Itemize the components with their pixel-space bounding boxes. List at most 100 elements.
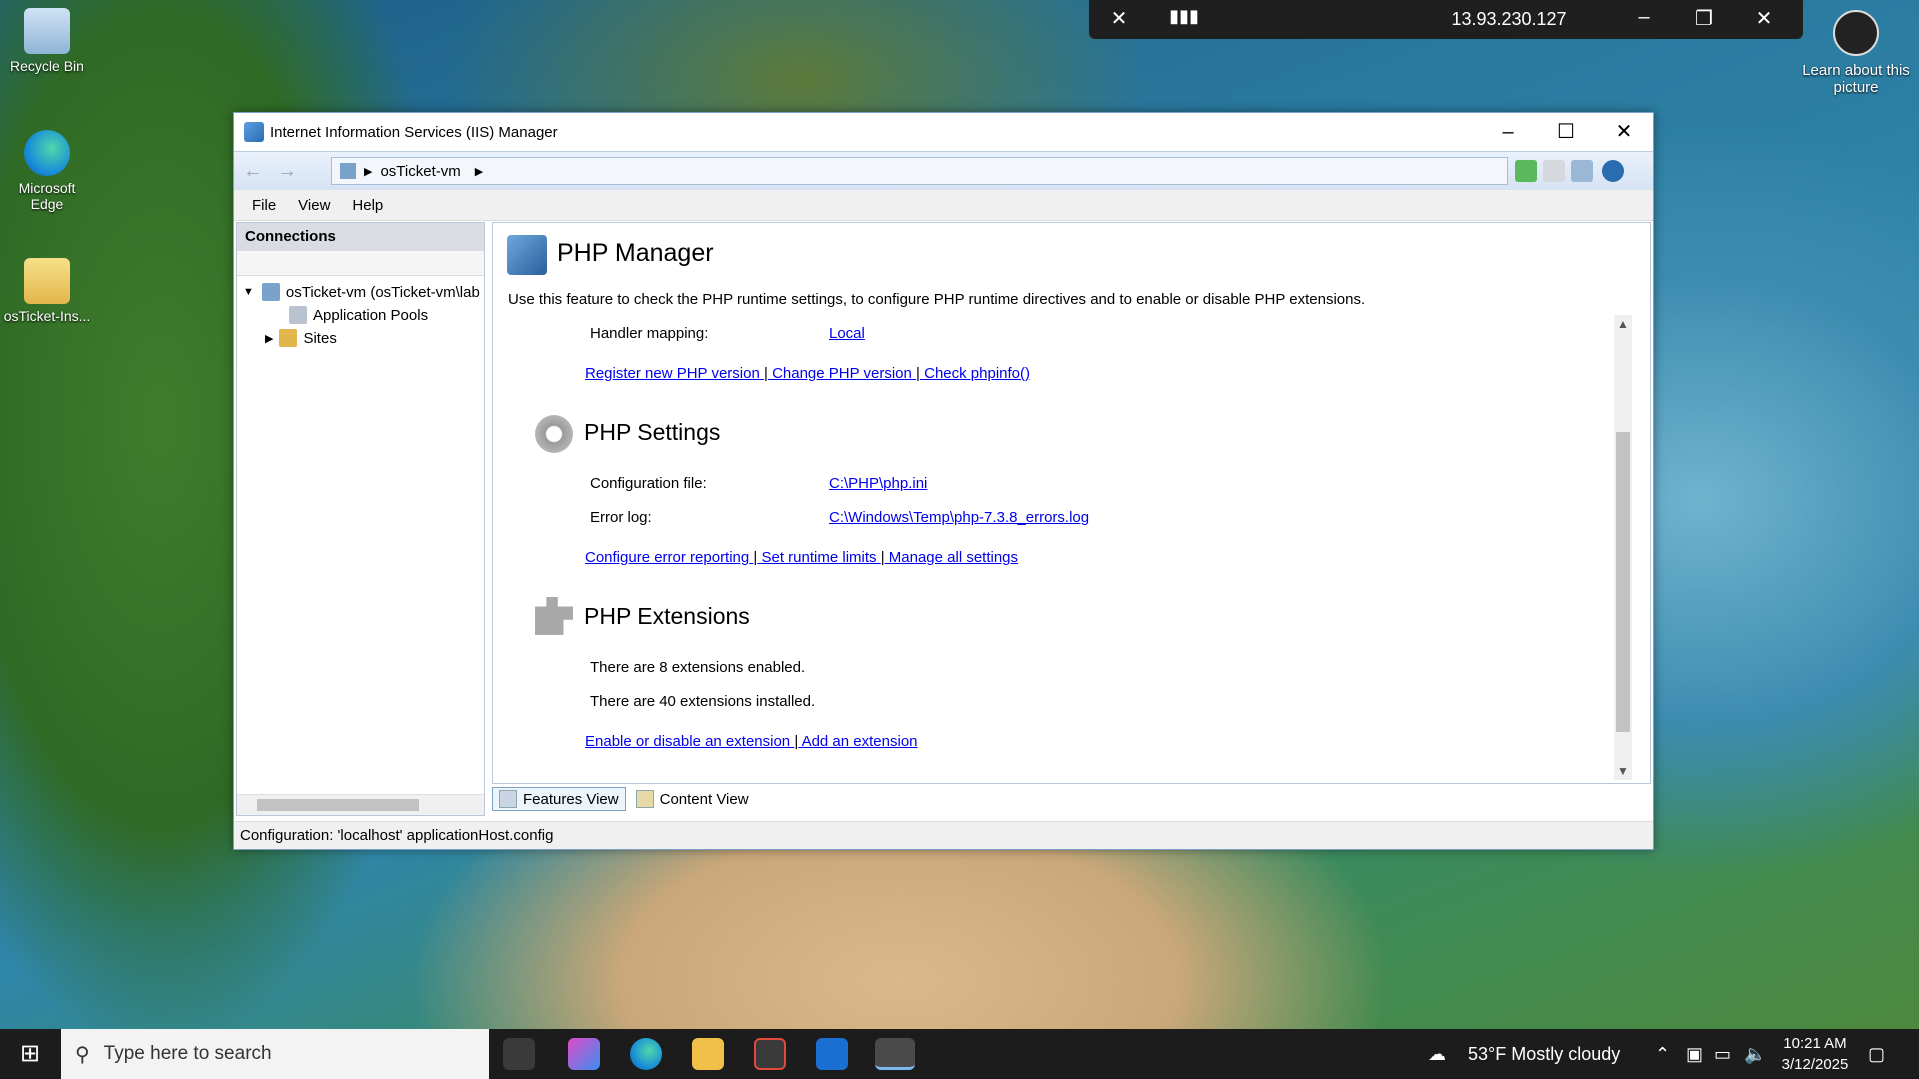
register-php-link[interactable]: Register new PHP version xyxy=(585,365,760,382)
scroll-thumb[interactable] xyxy=(1616,432,1630,732)
restore-icon[interactable]: ❐ xyxy=(1689,6,1719,31)
menu-view[interactable]: View xyxy=(298,197,330,214)
setup-links: Register new PHP version | Change PHP ve… xyxy=(585,365,1030,382)
tab-features-view[interactable]: Features View xyxy=(492,787,626,811)
vertical-scrollbar[interactable]: ▲ ▼ xyxy=(1614,315,1632,780)
address-segment[interactable]: osTicket-vm xyxy=(380,163,460,180)
windows-start-icon[interactable]: ⊞ xyxy=(0,1029,60,1079)
search-placeholder: Type here to search xyxy=(103,1043,272,1064)
add-extension-link[interactable]: Add an extension xyxy=(802,733,918,750)
clock[interactable]: 10:21 AM 3/12/2025 xyxy=(1770,1033,1860,1075)
app-pools-icon xyxy=(289,306,307,324)
menu-file[interactable]: File xyxy=(252,197,276,214)
forward-icon[interactable]: → xyxy=(274,159,300,183)
copilot-icon[interactable] xyxy=(568,1038,600,1070)
taskbar: ⊞ ⚲ Type here to search ☁ 53°F Mostly cl… xyxy=(0,1029,1919,1079)
puzzle-piece-icon xyxy=(535,597,573,635)
extensions-links: Enable or disable an extension | Add an … xyxy=(585,733,918,750)
camera-icon xyxy=(1833,10,1879,56)
task-view-icon[interactable] xyxy=(503,1038,535,1070)
weather-icon[interactable]: ☁ xyxy=(1428,1029,1446,1079)
title-bar: Internet Information Services (IIS) Mana… xyxy=(234,113,1653,151)
set-runtime-limits-link[interactable]: Set runtime limits xyxy=(762,549,877,566)
error-log-label: Error log: xyxy=(590,509,652,526)
time: 10:21 AM xyxy=(1783,1035,1847,1052)
scroll-thumb[interactable] xyxy=(257,799,419,811)
config-file-link[interactable]: C:\PHP\php.ini xyxy=(829,475,927,492)
desktop-icon-label: Microsoft Edge xyxy=(18,180,76,212)
extensions-installed-text: There are 40 extensions installed. xyxy=(590,693,816,710)
edge-icon[interactable] xyxy=(630,1038,662,1070)
date: 3/12/2025 xyxy=(1781,1056,1849,1073)
recycle-bin-icon xyxy=(24,8,70,54)
minimize-button[interactable]: – xyxy=(1479,113,1537,151)
tree-item-app-pools[interactable]: Application Pools xyxy=(289,306,428,324)
volume-icon[interactable]: 🔈 xyxy=(1744,1029,1766,1079)
iis-manager-taskbar-icon[interactable] xyxy=(875,1038,915,1070)
content-view-icon xyxy=(635,790,654,808)
php-manager-icon xyxy=(507,235,547,275)
status-bar: Configuration: 'localhost' applicationHo… xyxy=(234,821,1653,849)
address-toolbar: ← → ▶ osTicket-vm ▶ xyxy=(234,151,1653,191)
php-settings-title: PHP Settings xyxy=(584,419,721,445)
address-bar[interactable]: ▶ osTicket-vm ▶ xyxy=(331,157,1508,185)
stop-icon[interactable] xyxy=(1543,160,1565,182)
tree-label: Sites xyxy=(303,329,337,347)
signal-icon[interactable]: ▮▮▮ xyxy=(1169,6,1199,27)
show-hidden-icons[interactable]: ⌃ xyxy=(1655,1029,1670,1079)
help-icon[interactable] xyxy=(1602,160,1624,182)
notification-icon[interactable]: ▢ xyxy=(1868,1029,1885,1079)
desktop-icon-edge[interactable]: Microsoft Edge xyxy=(2,130,92,212)
chevron-right-icon[interactable]: ▶ xyxy=(475,165,483,178)
maximize-button[interactable]: ☐ xyxy=(1537,113,1595,151)
error-log-link[interactable]: C:\Windows\Temp\php-7.3.8_errors.log xyxy=(829,509,1089,526)
weather-text[interactable]: 53°F Mostly cloudy xyxy=(1468,1029,1620,1079)
content-scroll-area: Handler mapping: Local Register new PHP … xyxy=(493,315,1650,783)
network-icon[interactable]: ▭ xyxy=(1714,1029,1731,1079)
close-button[interactable]: ✕ xyxy=(1595,113,1653,151)
horizontal-scrollbar[interactable] xyxy=(237,794,484,815)
handler-mapping-link[interactable]: Local xyxy=(829,325,865,342)
tree-item-sites[interactable]: ▶ Sites xyxy=(265,329,337,347)
scroll-down-icon[interactable]: ▼ xyxy=(1614,764,1632,778)
minimize-icon[interactable]: – xyxy=(1629,6,1659,29)
unpin-icon[interactable]: ✕ xyxy=(1104,6,1134,31)
manage-all-settings-link[interactable]: Manage all settings xyxy=(889,549,1018,566)
tab-label: Features View xyxy=(523,790,619,808)
learn-about-picture[interactable]: Learn about this picture xyxy=(1800,10,1912,96)
rdp-host-ip: 13.93.230.127 xyxy=(1451,9,1567,29)
enable-disable-extension-link[interactable]: Enable or disable an extension xyxy=(585,733,790,750)
back-icon[interactable]: ← xyxy=(240,159,266,183)
search-icon: ⚲ xyxy=(75,1043,90,1066)
server-icon xyxy=(340,163,356,179)
gear-icon xyxy=(535,415,573,453)
tree-label: Application Pools xyxy=(313,306,429,324)
separator: | xyxy=(880,549,885,566)
chevron-right-icon[interactable]: ▶ xyxy=(265,332,273,345)
desktop-icon-recycle-bin[interactable]: Recycle Bin xyxy=(2,8,92,74)
scroll-up-icon[interactable]: ▲ xyxy=(1614,317,1632,331)
menu-help[interactable]: Help xyxy=(352,197,383,214)
outlook-icon[interactable] xyxy=(816,1038,848,1070)
learn-label: Learn about this picture xyxy=(1802,62,1910,96)
separator: | xyxy=(753,549,758,566)
configure-error-reporting-link[interactable]: Configure error reporting xyxy=(585,549,749,566)
page-description: Use this feature to check the PHP runtim… xyxy=(508,291,1366,308)
close-icon[interactable]: ✕ xyxy=(1749,6,1779,31)
search-box[interactable]: ⚲ Type here to search xyxy=(61,1029,489,1079)
file-explorer-icon[interactable] xyxy=(692,1038,724,1070)
check-phpinfo-link[interactable]: Check phpinfo() xyxy=(924,365,1030,382)
chevron-down-icon[interactable]: ▼ xyxy=(243,286,254,298)
tab-content-view[interactable]: Content View xyxy=(630,788,755,810)
meet-now-icon[interactable]: ▣ xyxy=(1686,1029,1703,1079)
store-icon[interactable] xyxy=(754,1038,786,1070)
menu-bar: File View Help xyxy=(234,190,1653,221)
desktop-icon-osticket[interactable]: osTicket-Ins... xyxy=(2,258,92,324)
extensions-enabled-text: There are 8 extensions enabled. xyxy=(590,659,806,676)
change-php-link[interactable]: Change PHP version xyxy=(772,365,912,382)
tree-item-server[interactable]: ▼ osTicket-vm (osTicket-vm\lab xyxy=(243,283,480,301)
view-tabs: Features View Content View xyxy=(492,785,1649,813)
connections-toolbar xyxy=(237,251,484,276)
refresh-icon[interactable] xyxy=(1515,160,1537,182)
home-icon[interactable] xyxy=(1571,160,1593,182)
